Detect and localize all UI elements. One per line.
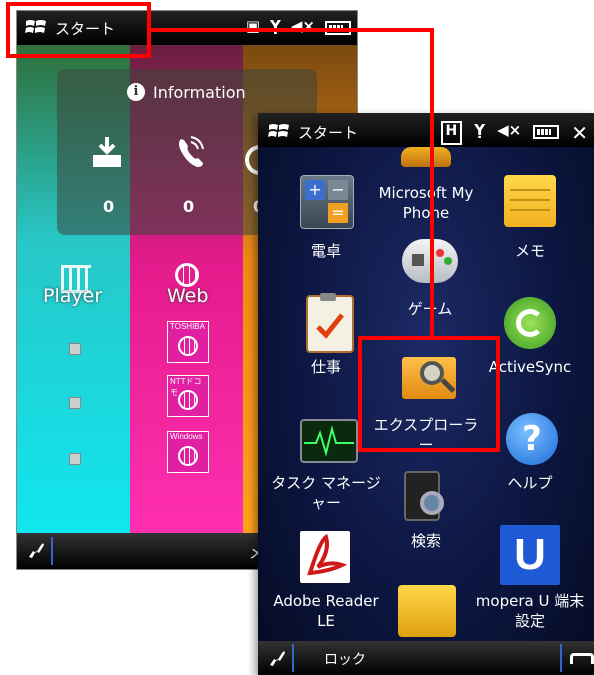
database-mail-icon[interactable] [398, 585, 456, 637]
phone-icon[interactable] [27, 541, 45, 559]
tasks-clipboard-icon[interactable] [306, 293, 354, 353]
player-item-1[interactable] [69, 343, 81, 355]
web-item-docomo[interactable]: NTTドコモ [167, 375, 209, 417]
explorer-highlight-box [358, 336, 500, 452]
close-icon[interactable]: ✕ [571, 121, 588, 145]
globe-icon [178, 390, 198, 410]
task-manager-icon[interactable] [300, 419, 358, 463]
web-item-windows[interactable]: Windows [167, 431, 209, 473]
search-icon[interactable] [404, 471, 444, 521]
connector-vertical [430, 28, 434, 338]
start-highlight-box [6, 2, 151, 58]
player-label[interactable]: Player [43, 285, 102, 307]
app-mopera-u[interactable]: mopera U 端末設定 [474, 591, 586, 631]
signal-icon[interactable]: Ỵ [270, 17, 281, 35]
mopera-u-icon[interactable]: U [500, 525, 560, 585]
app-adobe-reader[interactable]: Adobe Reader LE [270, 591, 382, 631]
call-count: 0 [183, 197, 195, 216]
player-item-2[interactable] [69, 397, 81, 409]
status-icons: ▣ Ỵ ◀× [246, 17, 351, 35]
web-item-toshiba[interactable]: TOSHIBA [167, 321, 209, 363]
app-calculator[interactable]: 電卓 [270, 241, 382, 261]
memo-icon[interactable] [504, 175, 556, 227]
app-help[interactable]: ヘルプ [474, 473, 586, 493]
hsdpa-icon[interactable]: H [440, 121, 463, 145]
inbox-download-icon[interactable] [91, 135, 123, 169]
volume-mute-icon[interactable]: ◀× [497, 121, 521, 145]
battery-icon[interactable] [533, 125, 560, 139]
app-search[interactable]: 検索 [370, 531, 482, 551]
status-icons: H Ỵ ◀× ✕ [440, 121, 588, 145]
phone-call-icon[interactable] [175, 135, 205, 169]
globe-icon [178, 446, 198, 466]
windows-logo-icon[interactable] [268, 122, 290, 140]
soft-key-bar: ロック [258, 641, 594, 675]
volume-mute-icon[interactable]: ◀× [291, 17, 315, 35]
divider-left [292, 644, 294, 672]
web-globe-icon[interactable] [175, 263, 199, 287]
activesync-icon[interactable] [504, 297, 556, 349]
divider-right [560, 644, 562, 672]
player-item-3[interactable] [69, 453, 81, 465]
globe-icon [178, 336, 198, 356]
help-icon[interactable]: ? [506, 413, 558, 465]
phone-icon[interactable] [268, 649, 286, 667]
lock-soft-key[interactable]: ロック [324, 649, 366, 669]
start-label[interactable]: スタート [298, 122, 358, 143]
info-icon: i [127, 83, 145, 101]
mail-count: 0 [103, 197, 115, 216]
app-memo[interactable]: メモ [474, 241, 586, 261]
title-bar: スタート H Ỵ ◀× ✕ [258, 113, 594, 147]
connector-horizontal [151, 28, 434, 32]
signal-icon[interactable]: Ỵ [474, 121, 485, 145]
calculator-icon[interactable]: + − = [300, 175, 354, 229]
divider [51, 537, 53, 565]
app-microsoft-my-phone[interactable]: Microsoft My Phone [370, 183, 482, 223]
end-call-icon[interactable] [570, 653, 594, 664]
my-phone-icon[interactable] [401, 147, 451, 167]
web-label[interactable]: Web [167, 285, 208, 307]
information-title: Information [153, 83, 246, 102]
adobe-reader-icon[interactable] [300, 531, 350, 583]
notification-icon[interactable]: ▣ [246, 17, 260, 35]
app-task-manager[interactable]: タスク マネージャー [270, 473, 382, 513]
